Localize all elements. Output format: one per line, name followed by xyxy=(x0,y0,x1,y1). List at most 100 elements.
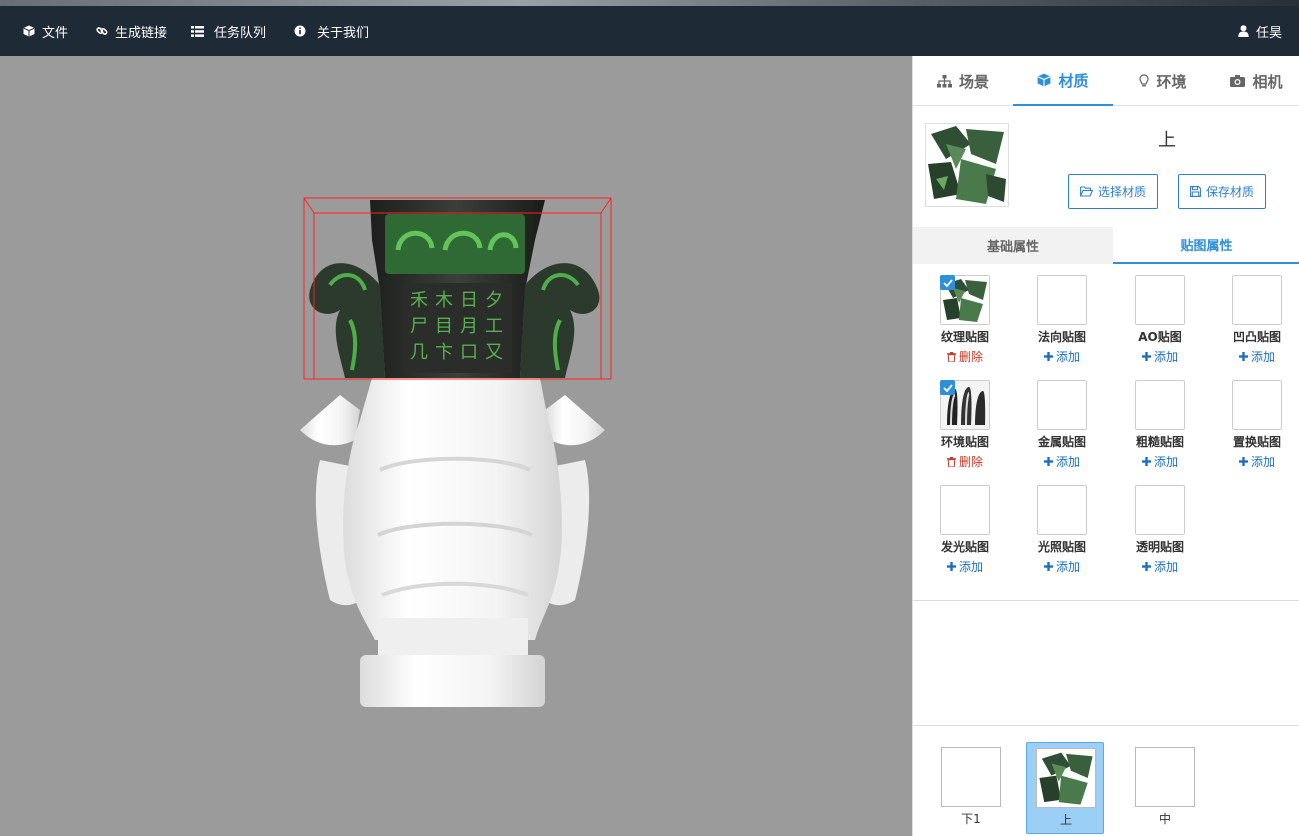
map-label: 环境贴图 xyxy=(940,435,989,449)
add-map-button[interactable]: 添加 xyxy=(913,558,1017,575)
map-thumbnail[interactable] xyxy=(1135,380,1185,430)
map-thumbnail[interactable] xyxy=(940,275,990,325)
mesh-label: 中 xyxy=(1158,812,1171,826)
select-material-button[interactable]: 选择材质 xyxy=(1068,174,1158,209)
vase-lower-white xyxy=(300,378,605,707)
map-thumbnail[interactable] xyxy=(1135,485,1185,535)
mesh-item[interactable]: 中 xyxy=(1126,742,1204,834)
map-thumbnail[interactable] xyxy=(940,380,990,430)
map-slot: 金属贴图 添加 xyxy=(1010,380,1107,480)
select-material-label: 选择材质 xyxy=(1097,185,1146,199)
tab-scene[interactable]: 场景 xyxy=(913,56,1013,106)
svg-text:目: 目 xyxy=(435,316,453,337)
nav-about[interactable]: 关于我们 xyxy=(293,6,369,56)
nav-task-queue-label: 任务队列 xyxy=(214,25,267,41)
add-map-button[interactable]: 添加 xyxy=(1108,348,1212,365)
add-map-button[interactable]: 添加 xyxy=(1010,453,1114,470)
nav-generate-link[interactable]: 生成链接 xyxy=(95,6,167,56)
mesh-thumbnail xyxy=(941,747,1001,807)
map-thumbnail[interactable] xyxy=(940,485,990,535)
svg-text:尸: 尸 xyxy=(410,316,428,337)
subtab-map-properties[interactable]: 贴图属性 xyxy=(1113,227,1299,264)
user-icon xyxy=(1236,24,1250,38)
svg-text:口: 口 xyxy=(460,342,478,363)
mesh-item[interactable]: 下1 xyxy=(932,742,1010,834)
tab-scene-label: 场景 xyxy=(958,72,989,91)
save-material-button[interactable]: 保存材质 xyxy=(1178,174,1266,209)
map-label: AO贴图 xyxy=(1138,330,1182,344)
map-label: 纹理贴图 xyxy=(940,330,989,344)
top-navbar: 文件 生成链接 任务队列 关于我们 任昊 xyxy=(0,6,1299,56)
plus-icon xyxy=(1043,457,1053,466)
tab-camera[interactable]: 相机 xyxy=(1213,56,1299,106)
add-map-button[interactable]: 添加 xyxy=(1205,453,1299,470)
nav-file[interactable]: 文件 xyxy=(22,6,68,56)
delete-map-button[interactable]: 删除 xyxy=(913,348,1017,365)
add-map-button[interactable]: 添加 xyxy=(1108,558,1212,575)
add-map-button[interactable]: 添加 xyxy=(1108,453,1212,470)
tab-environment[interactable]: 环境 xyxy=(1113,56,1213,106)
add-map-button[interactable]: 添加 xyxy=(1205,348,1299,365)
mesh-label: 上 xyxy=(1059,813,1072,827)
info-icon xyxy=(293,24,307,38)
svg-text:禾: 禾 xyxy=(410,290,428,311)
lightbulb-icon xyxy=(1139,74,1150,87)
delete-map-button[interactable]: 删除 xyxy=(913,453,1017,470)
map-slot: 环境贴图 删除 xyxy=(913,380,1010,480)
map-label: 凹凸贴图 xyxy=(1232,330,1281,344)
map-slot: 光照贴图 添加 xyxy=(1010,485,1107,585)
map-thumbnail[interactable] xyxy=(1232,380,1282,430)
mesh-label: 下1 xyxy=(961,812,981,826)
trash-icon xyxy=(946,351,956,362)
map-slot: 透明贴图 添加 xyxy=(1108,485,1205,585)
tab-camera-label: 相机 xyxy=(1252,72,1283,91)
nav-user[interactable]: 任昊 xyxy=(1236,6,1282,56)
map-label: 金属贴图 xyxy=(1037,435,1086,449)
subtab-basic-properties[interactable]: 基础属性 xyxy=(913,227,1113,264)
map-slot: 置换贴图 添加 xyxy=(1205,380,1299,480)
mesh-thumbnail xyxy=(1036,748,1096,808)
add-map-button[interactable]: 添加 xyxy=(1010,558,1114,575)
plus-icon xyxy=(1238,352,1248,361)
map-slot: 纹理贴图 删除 xyxy=(913,275,1010,375)
nav-task-queue[interactable]: 任务队列 xyxy=(190,6,266,56)
material-name: 上 xyxy=(1158,130,1176,151)
map-slot: 法向贴图 添加 xyxy=(1010,275,1107,375)
checkbox-checked-icon[interactable] xyxy=(940,275,955,290)
camera-icon xyxy=(1230,75,1246,87)
map-slot: 粗糙贴图 添加 xyxy=(1108,380,1205,480)
3d-viewport[interactable]: 禾木日夕 尸目月工 几卞口又 xyxy=(0,56,912,836)
plus-icon xyxy=(1238,457,1248,466)
plus-icon xyxy=(946,562,956,571)
svg-text:几: 几 xyxy=(410,342,428,363)
divider xyxy=(913,600,1299,601)
plus-icon xyxy=(1141,562,1151,571)
cube-icon xyxy=(1038,73,1051,87)
map-thumbnail[interactable] xyxy=(1037,380,1087,430)
map-thumbnail[interactable] xyxy=(1232,275,1282,325)
plus-icon xyxy=(1141,457,1151,466)
map-slot: 凹凸贴图添加 xyxy=(1205,275,1299,375)
svg-text:工: 工 xyxy=(485,316,503,337)
properties-panel: 场景 材质 环境 相机 上 选择材质 保存材质 基础属性 贴图属性 纹理贴图 删… xyxy=(912,56,1299,836)
folder-open-icon xyxy=(1080,186,1093,197)
tab-material-label: 材质 xyxy=(1058,71,1089,90)
tab-material[interactable]: 材质 xyxy=(1013,56,1113,106)
list-icon xyxy=(190,24,204,38)
map-thumbnail[interactable] xyxy=(1037,485,1087,535)
map-thumbnail[interactable] xyxy=(1037,275,1087,325)
svg-text:月: 月 xyxy=(460,316,478,337)
map-action-label: 添加 xyxy=(1250,455,1275,469)
nav-about-label: 关于我们 xyxy=(317,25,370,41)
svg-text:夕: 夕 xyxy=(485,290,503,311)
add-map-button[interactable]: 添加 xyxy=(1010,348,1114,365)
map-action-label: 添加 xyxy=(1055,560,1080,574)
mesh-item[interactable]: 上 xyxy=(1026,742,1104,834)
svg-text:日: 日 xyxy=(460,290,478,311)
link-icon xyxy=(95,24,109,38)
vase-model-render[interactable]: 禾木日夕 尸目月工 几卞口又 xyxy=(0,56,912,836)
checkbox-checked-icon[interactable] xyxy=(940,380,955,395)
map-thumbnail[interactable] xyxy=(1135,275,1185,325)
map-action-label: 添加 xyxy=(1153,350,1178,364)
map-label: 法向贴图 xyxy=(1037,330,1086,344)
